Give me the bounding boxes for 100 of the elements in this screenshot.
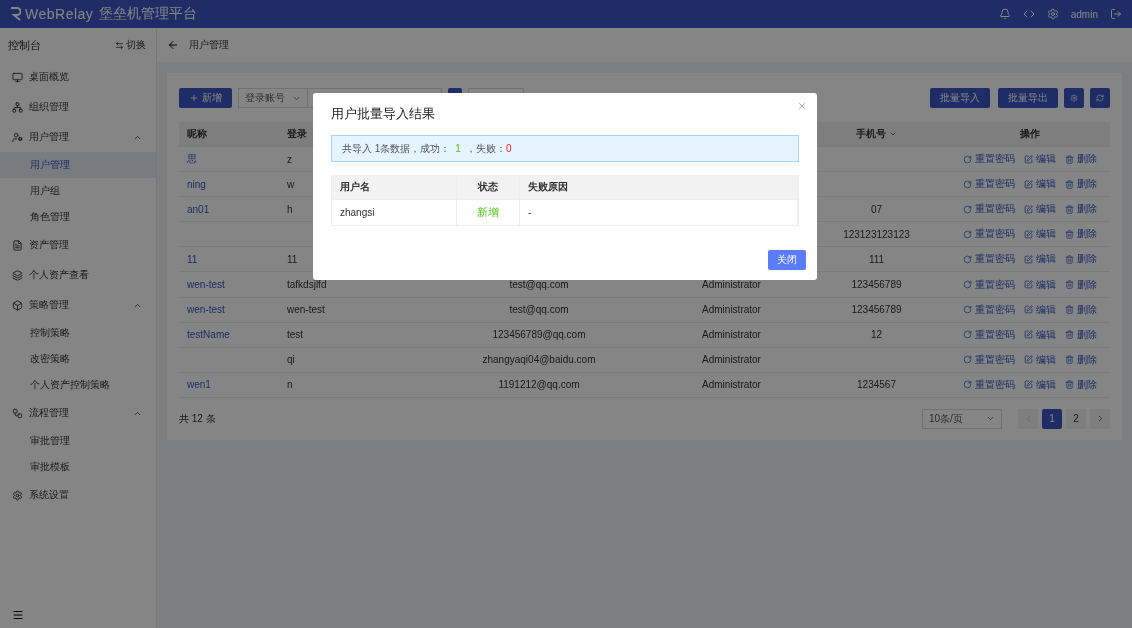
- nav-item[interactable]: 资产管理: [0, 230, 156, 260]
- action-link[interactable]: 编辑: [1023, 202, 1056, 217]
- edit-icon: [1023, 204, 1033, 214]
- close-button[interactable]: 关闭: [768, 250, 806, 270]
- nickname-link[interactable]: wen1: [187, 379, 211, 391]
- action-link[interactable]: 删除: [1064, 202, 1097, 217]
- action-link[interactable]: 重置密码: [962, 177, 1015, 192]
- action-link[interactable]: 删除: [1064, 302, 1097, 317]
- nav-item[interactable]: 个人资产查看: [0, 260, 156, 290]
- action-link[interactable]: 删除: [1064, 252, 1097, 267]
- nickname-link[interactable]: 思: [187, 152, 197, 167]
- column-header: 失败原因: [520, 175, 798, 199]
- nickname-link[interactable]: wen-test: [187, 304, 225, 316]
- nav-subitem[interactable]: 用户组: [0, 178, 156, 204]
- bell-icon[interactable]: [998, 8, 1011, 20]
- close-icon[interactable]: [797, 101, 807, 111]
- logout-icon[interactable]: [1110, 8, 1122, 20]
- nav-subitem[interactable]: 角色管理: [0, 204, 156, 230]
- menu-icon[interactable]: [12, 609, 24, 621]
- nav-item[interactable]: 组织管理: [0, 92, 156, 122]
- add-button[interactable]: 新增: [179, 88, 232, 108]
- nickname-link[interactable]: testName: [187, 329, 230, 341]
- nav-subitem[interactable]: 控制策略: [0, 320, 156, 346]
- reset-icon: [962, 280, 972, 289]
- action-link[interactable]: 删除: [1064, 277, 1097, 292]
- nav-subitem[interactable]: 改密策略: [0, 346, 156, 372]
- reset-icon: [962, 330, 972, 340]
- nav-item[interactable]: 策略管理: [0, 290, 156, 320]
- action-link[interactable]: 重置密码: [962, 327, 1015, 342]
- import-button[interactable]: 批量导入: [930, 88, 990, 108]
- reset-icon: [962, 305, 972, 315]
- table-cell: 123456789: [851, 304, 902, 316]
- table-cell: 11: [287, 253, 298, 265]
- action-link[interactable]: 编辑: [1023, 227, 1056, 242]
- action-link[interactable]: 编辑: [1023, 252, 1056, 267]
- action-link[interactable]: 删除: [1064, 152, 1097, 167]
- settings-button[interactable]: [1064, 88, 1084, 108]
- reset-icon: [962, 380, 972, 390]
- document-icon: [12, 239, 23, 251]
- action-link[interactable]: 编辑: [1023, 302, 1056, 317]
- action-link[interactable]: 重置密码: [962, 227, 1015, 242]
- action-link[interactable]: 重置密码: [962, 352, 1015, 367]
- action-link[interactable]: 编辑: [1023, 377, 1056, 392]
- table-cell: zhangsi: [332, 200, 457, 225]
- action-link[interactable]: 编辑: [1023, 177, 1056, 192]
- nav-item[interactable]: 桌面概览: [0, 62, 156, 92]
- action-link[interactable]: 删除: [1064, 327, 1097, 342]
- user-name[interactable]: admin: [1070, 8, 1098, 20]
- action-link[interactable]: 重置密码: [962, 202, 1015, 217]
- action-link[interactable]: 删除: [1064, 377, 1097, 392]
- edit-icon: [1023, 179, 1033, 189]
- table-cell: 123123123123: [843, 228, 910, 240]
- nav-item[interactable]: 用户管理: [0, 122, 156, 152]
- column-header: 操作: [1019, 127, 1040, 141]
- monitor-icon: [12, 71, 23, 83]
- action-link[interactable]: 重置密码: [962, 277, 1015, 292]
- nav-subitem[interactable]: 个人资产控制策略: [0, 372, 156, 398]
- trash-icon: [1064, 380, 1074, 390]
- hierarchy-icon: [12, 101, 23, 113]
- sort-icon[interactable]: [889, 130, 897, 138]
- filter-select[interactable]: 登录账号: [238, 88, 308, 108]
- page-button[interactable]: 1: [1042, 408, 1062, 429]
- settings-icon[interactable]: [1046, 8, 1059, 20]
- nav-subitem[interactable]: 用户管理: [0, 152, 156, 178]
- table-cell: Administrator: [702, 279, 761, 290]
- reset-icon: [962, 154, 972, 164]
- nav-subitem[interactable]: 审批管理: [0, 428, 156, 454]
- nickname-link[interactable]: wen-test: [187, 279, 225, 290]
- action-link[interactable]: 编辑: [1023, 352, 1056, 367]
- back-icon[interactable]: [167, 39, 179, 51]
- table-cell: wen-test: [287, 304, 325, 316]
- action-link[interactable]: 重置密码: [962, 152, 1015, 167]
- flow-icon: [12, 407, 23, 419]
- action-link[interactable]: 删除: [1064, 227, 1097, 242]
- nickname-link[interactable]: ning: [187, 178, 206, 190]
- action-link[interactable]: 重置密码: [962, 302, 1015, 317]
- page-button[interactable]: 2: [1066, 408, 1086, 429]
- action-link[interactable]: 编辑: [1023, 152, 1056, 167]
- nav-item[interactable]: 流程管理: [0, 398, 156, 428]
- code-icon[interactable]: [1022, 8, 1035, 20]
- nav-subitem[interactable]: 审批模板: [0, 454, 156, 480]
- edit-icon: [1023, 380, 1033, 390]
- nickname-link[interactable]: an01: [187, 203, 210, 215]
- action-link[interactable]: 重置密码: [962, 377, 1015, 392]
- export-button[interactable]: 批量导出: [998, 88, 1058, 108]
- page-size-select[interactable]: 10条/页: [922, 408, 1002, 429]
- action-link[interactable]: 编辑: [1023, 277, 1056, 292]
- nav-item[interactable]: 系统设置: [0, 480, 156, 510]
- action-link[interactable]: 删除: [1064, 352, 1097, 367]
- action-link[interactable]: 编辑: [1023, 327, 1056, 342]
- refresh-button[interactable]: [1090, 88, 1110, 108]
- trash-icon: [1064, 154, 1074, 164]
- action-link[interactable]: 删除: [1064, 177, 1097, 192]
- trash-icon: [1064, 204, 1074, 214]
- action-link[interactable]: 重置密码: [962, 252, 1015, 267]
- table-cell: test: [287, 329, 304, 341]
- nickname-link[interactable]: 11: [187, 253, 198, 265]
- switch-button[interactable]: 切换: [115, 38, 146, 52]
- edit-icon: [1023, 280, 1033, 289]
- total-count: 共 12 条: [179, 411, 216, 426]
